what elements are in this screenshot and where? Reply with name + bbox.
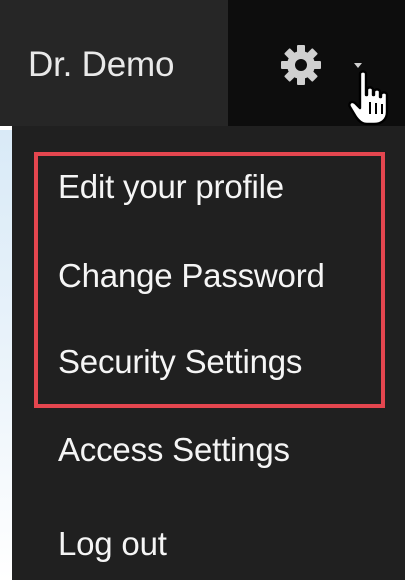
hand-pointer-icon <box>348 70 389 126</box>
settings-dropdown-button[interactable] <box>228 0 405 126</box>
menu-item-log-out[interactable]: Log out <box>58 515 167 573</box>
menu-item-security-settings[interactable]: Security Settings <box>58 333 302 391</box>
gear-icon <box>281 45 321 85</box>
page-edge <box>0 130 12 580</box>
user-name-label: Dr. Demo <box>28 45 175 84</box>
settings-dropdown-menu: Edit your profile Change Password Securi… <box>12 126 405 580</box>
menu-item-access-settings[interactable]: Access Settings <box>58 421 290 479</box>
menu-item-change-password[interactable]: Change Password <box>58 247 325 305</box>
user-header: Dr. Demo <box>0 0 405 126</box>
menu-item-edit-profile[interactable]: Edit your profile <box>58 158 284 216</box>
